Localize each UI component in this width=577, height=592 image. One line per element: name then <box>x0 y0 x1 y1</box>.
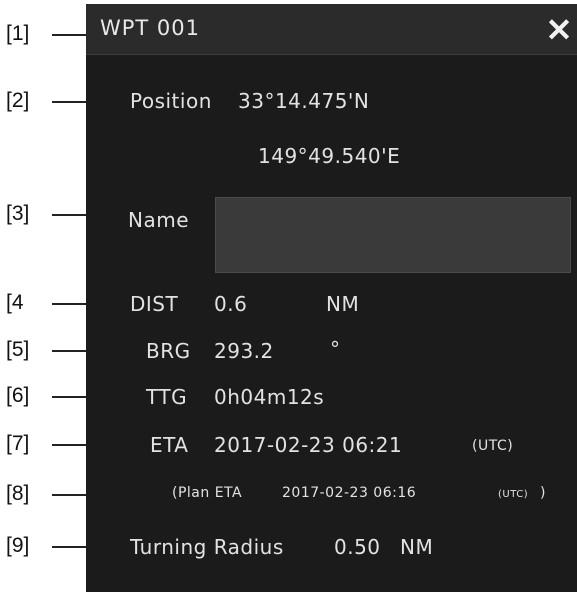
callout-number: [6] <box>6 384 30 407</box>
callout-number: [4 <box>6 291 24 314</box>
callout-1: [1] <box>0 22 86 46</box>
waypoint-info-panel: WPT 001 ✕ Position 33°14.475'N 149°49.54… <box>86 4 577 592</box>
brg-value: 293.2 <box>214 339 274 363</box>
name-label: Name <box>128 208 190 232</box>
brg-unit: ° <box>330 337 341 361</box>
turning-radius-value: 0.50 <box>334 535 381 559</box>
callout-number: [7] <box>6 432 30 455</box>
eta-timezone: (UTC) <box>472 438 514 454</box>
callout-number: [3] <box>6 202 30 225</box>
callout-3: [3] <box>0 202 118 226</box>
plan-eta-timezone: (UTC) <box>498 489 529 500</box>
dist-label: DIST <box>130 292 179 316</box>
callout-8: [8] <box>0 482 170 506</box>
ttg-label: TTG <box>146 385 188 409</box>
callout-9: [9] <box>0 534 128 558</box>
callout-number: [1] <box>6 22 30 45</box>
eta-label: ETA <box>150 433 189 457</box>
close-icon[interactable]: ✕ <box>543 14 575 46</box>
turning-radius-label: Turning Radius <box>130 535 284 559</box>
callout-number: [9] <box>6 534 30 557</box>
dist-unit: NM <box>326 292 360 316</box>
panel-title: WPT 001 <box>100 16 201 40</box>
plan-eta-prefix: (Plan ETA <box>172 485 243 501</box>
callout-5: [5] <box>0 338 118 362</box>
position-label: Position <box>130 89 212 113</box>
plan-eta-value: 2017-02-23 06:16 <box>282 485 417 501</box>
eta-value: 2017-02-23 06:21 <box>214 433 403 457</box>
callout-4: [4 <box>0 291 128 315</box>
callout-line <box>52 34 86 36</box>
brg-label: BRG <box>146 339 191 363</box>
callout-number: [8] <box>6 482 30 505</box>
callout-6: [6] <box>0 384 118 408</box>
dist-value: 0.6 <box>214 292 248 316</box>
callout-number: [5] <box>6 338 30 361</box>
panel-titlebar: WPT 001 ✕ <box>86 4 577 55</box>
callout-7: [7] <box>0 432 118 456</box>
callout-2: [2] <box>0 89 128 113</box>
ttg-value: 0h04m12s <box>214 385 325 409</box>
name-field[interactable] <box>215 197 571 273</box>
callout-number: [2] <box>6 89 30 112</box>
turning-radius-unit: NM <box>400 535 434 559</box>
plan-eta-suffix: ) <box>540 485 546 501</box>
position-longitude: 149°49.540'E <box>258 144 401 168</box>
position-latitude: 33°14.475'N <box>238 89 370 113</box>
